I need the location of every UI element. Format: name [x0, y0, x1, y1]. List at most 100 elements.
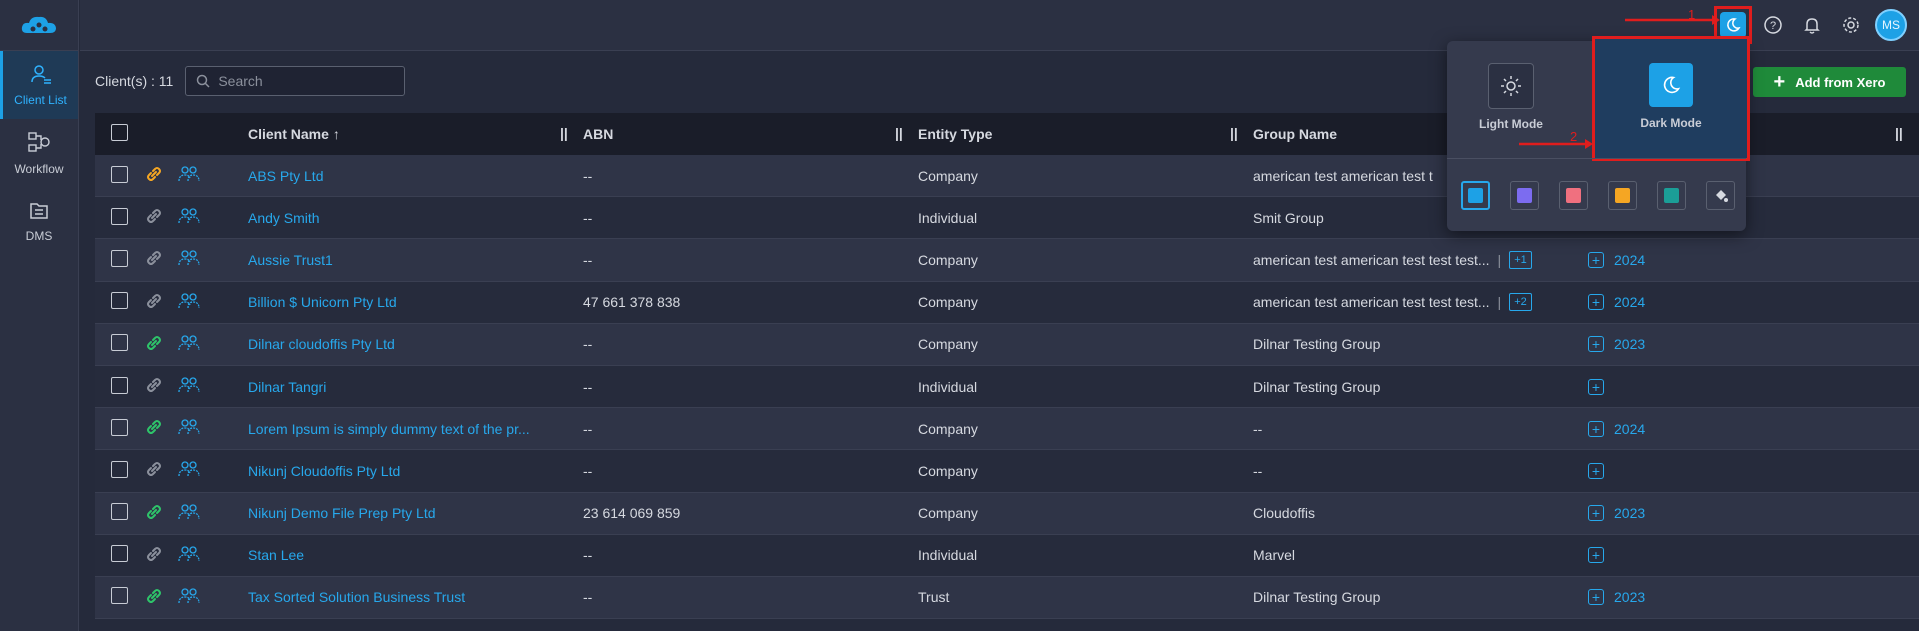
entity-type-cell: Company	[918, 336, 978, 353]
sidebar-item-client-list[interactable]: Client List	[0, 51, 78, 119]
column-resize-handle[interactable]: ||	[895, 125, 903, 141]
add-year-button[interactable]: +	[1588, 589, 1604, 606]
column-client-name[interactable]: Client Name ↑	[248, 126, 583, 142]
link-icon[interactable]	[144, 291, 164, 314]
abn-cell: --	[583, 547, 593, 564]
add-from-xero-button[interactable]: + Add from Xero	[1753, 67, 1906, 97]
table-row[interactable]: Dilnar cloudoffis Pty Ltd -- Company Dilnar…	[95, 323, 1919, 366]
color-swatch[interactable]	[1510, 181, 1539, 210]
app-logo[interactable]	[0, 0, 78, 51]
column-entity-type[interactable]: Entity Type	[918, 126, 1253, 142]
users-icon[interactable]	[178, 333, 200, 356]
client-name-link[interactable]: Nikunj Demo File Prep Pty Ltd	[248, 505, 583, 521]
add-year-button[interactable]: +	[1588, 462, 1604, 479]
dark-mode-option[interactable]: Dark Mode	[1592, 36, 1750, 161]
add-year-button[interactable]: +	[1588, 251, 1604, 268]
column-abn[interactable]: ABN	[583, 126, 918, 142]
theme-toggle-button[interactable]	[1714, 6, 1752, 44]
link-icon[interactable]	[144, 206, 164, 229]
add-year-button[interactable]: +	[1588, 505, 1604, 522]
user-avatar[interactable]: MS	[1875, 9, 1907, 41]
column-resize-handle[interactable]: ||	[1230, 125, 1238, 141]
svg-text:?: ?	[1770, 20, 1776, 32]
bell-icon	[1804, 18, 1820, 34]
group-more-badge[interactable]: +2	[1509, 293, 1532, 312]
users-icon[interactable]	[178, 544, 200, 567]
client-name-link[interactable]: Dilnar cloudoffis Pty Ltd	[248, 336, 583, 352]
search-box[interactable]	[185, 66, 406, 96]
table-row[interactable]: Stan Lee -- Individual Marvel +	[95, 534, 1919, 577]
entity-type-cell: Company	[918, 462, 978, 479]
link-icon[interactable]	[144, 164, 164, 187]
sidebar-item-workflow[interactable]: Workflow	[0, 119, 78, 187]
help-button[interactable]: ?	[1758, 8, 1788, 42]
users-icon[interactable]	[178, 586, 200, 609]
link-icon[interactable]	[144, 417, 164, 440]
table-row[interactable]: Tax Sorted Solution Business Trust -- Trus…	[95, 576, 1919, 620]
client-name-link[interactable]: ABS Pty Ltd	[248, 168, 583, 184]
link-icon[interactable]	[144, 459, 164, 482]
client-name-link[interactable]: Andy Smith	[248, 210, 583, 226]
users-icon[interactable]	[178, 417, 200, 440]
year-cell: +	[1588, 547, 1604, 564]
table-row[interactable]: Nikunj Cloudoffis Pty Ltd -- Company -- +	[95, 450, 1919, 493]
abn-cell: --	[583, 589, 593, 606]
link-icon[interactable]	[144, 544, 164, 567]
table-row[interactable]: Nikunj Demo File Prep Pty Ltd 23 614 069 …	[95, 492, 1919, 535]
client-name-link[interactable]: Aussie Trust1	[248, 252, 583, 268]
link-icon[interactable]	[144, 375, 164, 398]
color-swatch[interactable]	[1559, 181, 1588, 210]
users-icon[interactable]	[178, 502, 200, 525]
year-link[interactable]: 2024	[1614, 421, 1645, 437]
users-icon[interactable]	[178, 375, 200, 398]
year-cell: +	[1588, 378, 1604, 395]
link-icon[interactable]	[144, 248, 164, 271]
gear-icon	[1843, 17, 1859, 33]
settings-button[interactable]	[1836, 8, 1866, 42]
users-icon[interactable]	[178, 206, 200, 229]
link-icon[interactable]	[144, 586, 164, 609]
table-row[interactable]: Aussie Trust1 -- Company american test amer…	[95, 239, 1919, 282]
users-icon[interactable]	[178, 459, 200, 482]
sidebar-item-dms[interactable]: DMS	[0, 187, 78, 255]
year-link[interactable]: 2023	[1614, 505, 1645, 521]
dark-mode-label: Dark Mode	[1640, 116, 1702, 130]
year-link[interactable]: 2023	[1614, 589, 1645, 605]
notifications-button[interactable]	[1797, 8, 1827, 42]
year-link[interactable]: 2024	[1614, 252, 1645, 268]
color-swatch[interactable]	[1657, 181, 1686, 210]
link-icon[interactable]	[144, 502, 164, 525]
add-year-button[interactable]: +	[1588, 420, 1604, 437]
client-name-link[interactable]: Nikunj Cloudoffis Pty Ltd	[248, 463, 583, 479]
year-link[interactable]: 2024	[1614, 294, 1645, 310]
client-name-link[interactable]: Tax Sorted Solution Business Trust	[248, 589, 583, 605]
client-name-link[interactable]: Stan Lee	[248, 547, 583, 563]
light-mode-option[interactable]: Light Mode	[1471, 63, 1551, 131]
table-row[interactable]: Dilnar Tangri -- Individual Dilnar Testing …	[95, 365, 1919, 409]
sidebar-item-label: DMS	[25, 229, 53, 243]
add-year-button[interactable]: +	[1588, 336, 1604, 353]
add-year-button[interactable]: +	[1588, 378, 1604, 395]
column-resize-handle[interactable]: ||	[560, 125, 568, 141]
client-name-link[interactable]: Billion $ Unicorn Pty Ltd	[248, 294, 583, 310]
table-row[interactable]: Billion $ Unicorn Pty Ltd 47 661 378 838 C…	[95, 281, 1919, 324]
add-year-button[interactable]: +	[1588, 294, 1604, 311]
search-input[interactable]	[218, 73, 399, 89]
client-name-link[interactable]: Dilnar Tangri	[248, 379, 583, 395]
add-year-button[interactable]: +	[1588, 547, 1604, 564]
table-row[interactable]: Lorem Ipsum is simply dummy text of the …	[95, 408, 1919, 451]
select-all-checkbox[interactable]	[111, 124, 128, 141]
abn-cell: 47 661 378 838	[583, 294, 681, 311]
year-link[interactable]: 2023	[1614, 336, 1645, 352]
client-name-link[interactable]: Lorem Ipsum is simply dummy text of the …	[248, 421, 583, 437]
link-icon[interactable]	[144, 333, 164, 356]
users-icon[interactable]	[178, 248, 200, 271]
users-icon[interactable]	[178, 164, 200, 187]
users-icon[interactable]	[178, 291, 200, 314]
column-resize-handle[interactable]: ||	[1895, 125, 1903, 141]
custom-color-button[interactable]	[1706, 181, 1735, 210]
color-swatch[interactable]	[1608, 181, 1637, 210]
annotation-label-2: 2	[1570, 129, 1577, 144]
color-swatch[interactable]	[1461, 181, 1490, 210]
group-more-badge[interactable]: +1	[1509, 250, 1532, 269]
